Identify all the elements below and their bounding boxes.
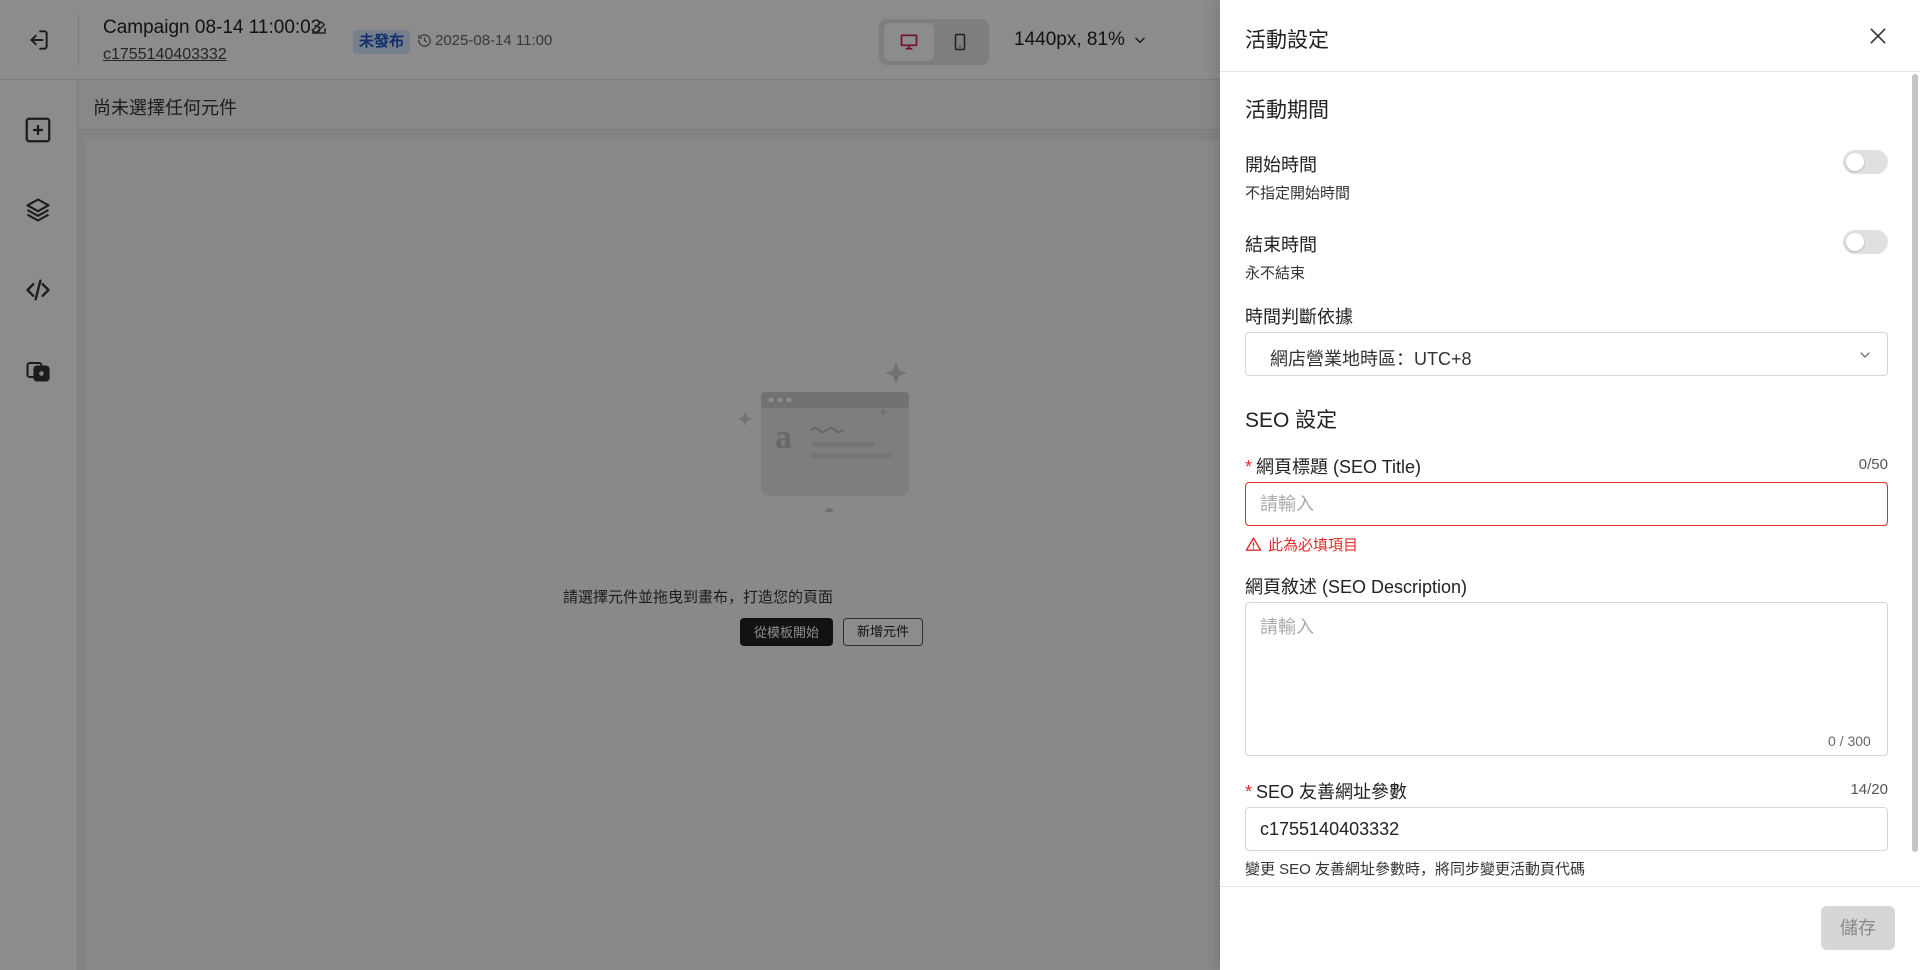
seo-title-error: 此為必填項目: [1245, 534, 1358, 555]
seo-description-counter: 0 / 300: [1828, 733, 1871, 749]
seo-slug-counter: 14/20: [1850, 781, 1888, 798]
required-marker: *: [1245, 782, 1253, 802]
close-drawer-button[interactable]: [1864, 22, 1892, 50]
start-time-label: 開始時間: [1245, 155, 1317, 175]
end-time-label: 結束時間: [1245, 235, 1317, 255]
start-time-desc: 不指定開始時間: [1245, 185, 1351, 202]
seo-title-label: * 網頁標題 (SEO Title): [1245, 453, 1421, 479]
drawer-scrollbar[interactable]: [1912, 74, 1918, 852]
seo-slug-hint: 變更 SEO 友善網址參數時，將同步變更活動頁代碼: [1245, 861, 1586, 878]
seo-title-counter: 0/50: [1858, 456, 1888, 473]
toggle-knob: [1846, 233, 1864, 251]
seo-description-textarea[interactable]: [1245, 602, 1888, 756]
seo-section-title: SEO 設定: [1245, 409, 1338, 432]
drawer-body: 活動期間 開始時間 不指定開始時間 結束時間 永不結束 時間判斷依據 網店營業地…: [1220, 72, 1920, 886]
seo-slug-label-text: SEO 友善網址參數: [1256, 782, 1408, 802]
drawer-footer: 儲存: [1220, 886, 1920, 970]
required-marker: *: [1245, 457, 1253, 477]
timezone-label: 時間判斷依據: [1245, 307, 1353, 327]
drawer-header: 活動設定: [1220, 0, 1920, 72]
end-time-desc: 永不結束: [1245, 265, 1306, 282]
drawer-title: 活動設定: [1245, 29, 1329, 52]
chevron-down-icon: [1860, 352, 1870, 358]
seo-slug-input[interactable]: [1245, 807, 1888, 851]
timezone-value: 網店營業地時區：UTC+8: [1270, 349, 1472, 369]
seo-title-input[interactable]: [1245, 482, 1888, 526]
period-section-title: 活動期間: [1245, 99, 1329, 122]
seo-description-label: 網頁敘述 (SEO Description): [1245, 577, 1468, 597]
warning-icon: [1245, 537, 1262, 551]
start-time-toggle[interactable]: [1843, 150, 1888, 174]
seo-title-error-text: 此為必填項目: [1268, 537, 1359, 554]
timezone-select[interactable]: 網店營業地時區：UTC+8: [1245, 332, 1888, 376]
toggle-knob: [1846, 153, 1864, 171]
seo-title-label-text: 網頁標題 (SEO Title): [1256, 457, 1422, 477]
close-icon: [1870, 28, 1886, 44]
seo-slug-label: * SEO 友善網址參數: [1245, 778, 1407, 804]
campaign-settings-drawer: 活動設定 活動期間 開始時間 不指定開始時間 結束時間 永不結束 時間判斷依據 …: [1220, 0, 1920, 970]
save-button[interactable]: 儲存: [1821, 906, 1895, 950]
end-time-toggle[interactable]: [1843, 230, 1888, 254]
